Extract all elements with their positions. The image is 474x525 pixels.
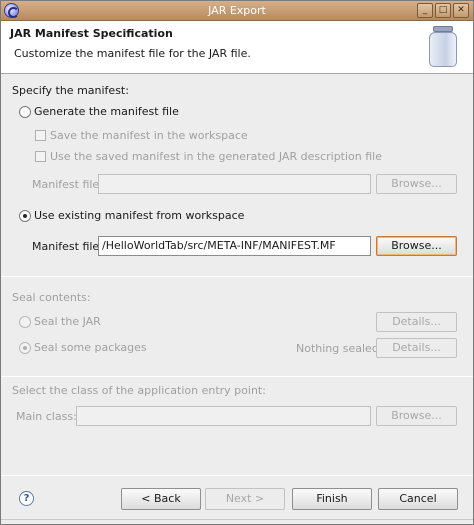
main-class-browse-button[interactable]: Browse... [376,406,457,426]
title-bar[interactable]: JAR Export _ □ ✕ [1,1,473,21]
help-icon[interactable]: ? [19,491,34,506]
existing-manifest-file-label: Manifest file: [32,240,103,253]
jar-icon [427,26,459,68]
seal-jar-radio[interactable] [19,316,31,328]
main-class-label: Main class: [16,410,77,423]
existing-manifest-file-input[interactable]: /HelloWorldTab/src/META-INF/MANIFEST.MF [98,236,371,256]
page-title: JAR Manifest Specification [10,27,173,40]
wizard-header: JAR Manifest Specification Customize the… [1,21,473,74]
cancel-button[interactable]: Cancel [378,488,458,510]
finish-button[interactable]: Finish [292,488,372,510]
seal-status-text: Nothing sealed [296,342,379,355]
generate-manifest-radio[interactable] [19,106,31,118]
generate-manifest-label[interactable]: Generate the manifest file [34,105,179,118]
back-button[interactable]: < Back [121,488,201,510]
reuse-manifest-label: Use the saved manifest in the generated … [50,150,382,163]
seal-packages-details-button[interactable]: Details... [376,338,457,358]
next-button[interactable]: Next > [205,488,285,510]
generated-manifest-file-input[interactable] [98,174,371,194]
main-class-input[interactable] [76,406,371,426]
seal-packages-radio[interactable] [19,342,31,354]
page-description: Customize the manifest file for the JAR … [14,47,251,60]
existing-manifest-browse-button[interactable]: Browse... [376,236,457,256]
generated-manifest-browse-button[interactable]: Browse... [376,174,457,194]
seal-packages-label: Seal some packages [34,341,147,354]
existing-manifest-label[interactable]: Use existing manifest from workspace [34,209,244,222]
window-title: JAR Export [208,4,266,17]
entry-point-section-label: Select the class of the application entr… [12,384,266,397]
window-bottom-edge [1,519,473,524]
jar-export-dialog: JAR Export _ □ ✕ JAR Manifest Specificat… [0,0,474,525]
separator [1,376,473,377]
generated-manifest-file-label: Manifest file: [32,178,103,191]
separator [1,276,473,277]
minimize-button[interactable]: _ [417,3,433,18]
seal-jar-details-button[interactable]: Details... [376,312,457,332]
close-button[interactable]: ✕ [453,3,469,18]
separator [1,475,473,476]
maximize-button[interactable]: □ [435,3,451,18]
save-manifest-checkbox[interactable] [35,130,46,141]
seal-jar-label: Seal the JAR [34,315,101,328]
reuse-manifest-checkbox[interactable] [35,151,46,162]
seal-section-label: Seal contents: [12,291,91,304]
manifest-section-label: Specify the manifest: [12,84,129,97]
save-manifest-label: Save the manifest in the workspace [50,129,248,142]
existing-manifest-radio[interactable] [19,210,31,222]
